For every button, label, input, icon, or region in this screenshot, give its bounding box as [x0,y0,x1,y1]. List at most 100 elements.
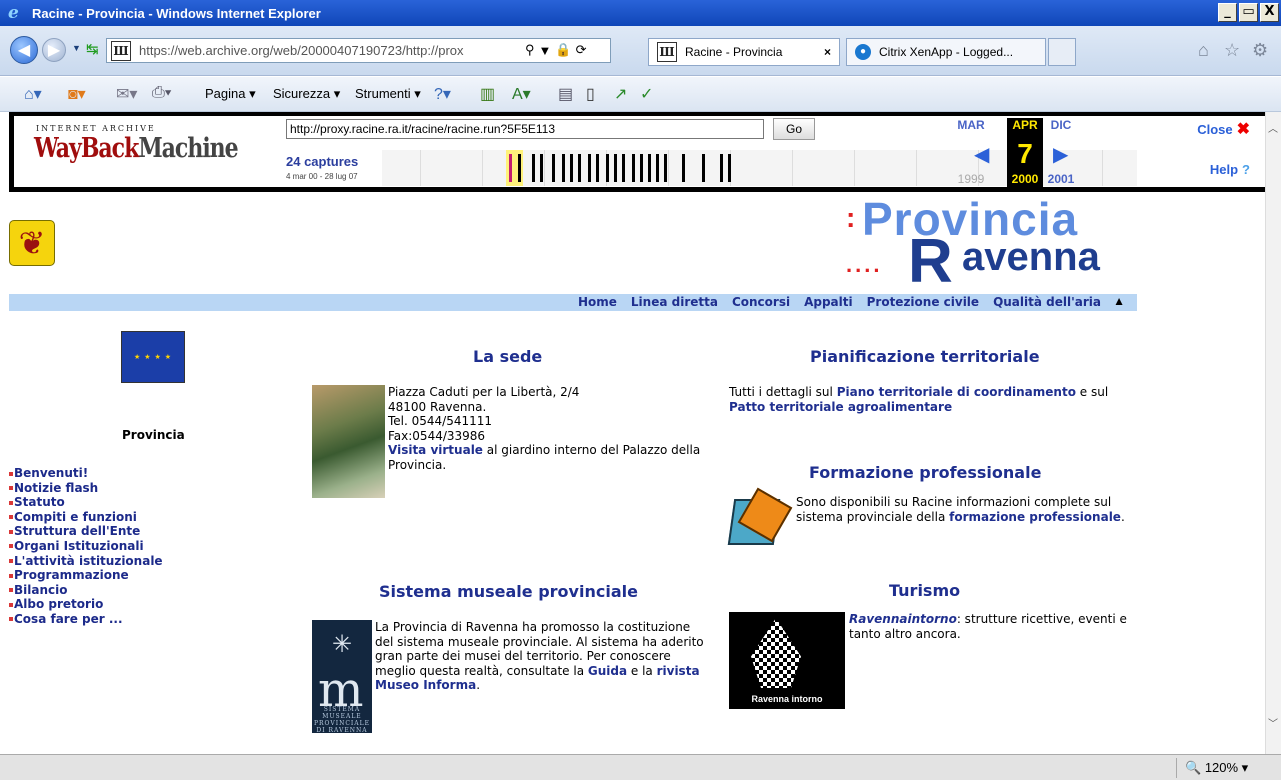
menu-sicurezza[interactable]: Sicurezza ▾ [273,86,340,102]
next-capture-arrow-icon[interactable]: ▶ [1053,142,1068,167]
formazione-logo-icon[interactable] [727,487,793,557]
musei-text: La Provincia di Ravenna ha promosso la c… [375,620,704,692]
visita-virtuale-link[interactable]: Visita virtuale [388,443,483,457]
wayback-close-button[interactable]: Close ✖ [1197,119,1250,139]
nav-appalti[interactable]: Appalti [804,295,853,309]
new-tab-button[interactable] [1048,38,1076,66]
next-month-link[interactable]: DIC [1043,118,1079,132]
provincia-crest-logo[interactable]: ❦ [9,220,55,266]
navigation-bar: ◀ ▶ ▼ ↹ Ш https://web.archive.org/web/20… [0,26,1281,76]
back-button[interactable]: ◀ [10,36,38,64]
guida-link[interactable]: Guida [588,664,627,678]
scroll-top-arrow-icon[interactable]: ▲ [1113,294,1125,308]
minimize-button[interactable]: _ [1218,3,1237,22]
scroll-down-icon: ﹀ [1268,719,1278,730]
sidebar-item-struttura[interactable]: Struttura dell'Ente [9,524,163,539]
help-icon[interactable]: ?▾ [434,84,451,104]
sede-text: Piazza Caduti per la Libertà, 2/4 48100 … [388,385,701,472]
status-bar: 🔍 120% ▾ [0,754,1281,780]
logo-r-letter: R [908,227,953,296]
sidebar-item-programmazione[interactable]: Programmazione [9,568,163,583]
send-icon[interactable]: ↗ [614,84,627,104]
piano-territoriale-link[interactable]: Piano territoriale di coordinamento [837,385,1076,399]
tab-citrix[interactable]: ● Citrix XenApp - Logged... [846,38,1046,66]
favorites-star-icon[interactable]: ☆ [1224,40,1240,61]
mail-icon[interactable]: ✉▾ [116,84,137,104]
prev-month-link[interactable]: MAR [953,118,989,132]
tab-racine-provincia[interactable]: Ш Racine - Provincia × [648,38,840,66]
sidebar-item-organi[interactable]: Organi Istituzionali [9,539,163,554]
section-title-musei: Sistema museale provinciale [379,582,638,601]
vertical-scrollbar[interactable]: ︿ ﹀ [1265,112,1281,754]
nav-linea-diretta[interactable]: Linea diretta [631,295,718,309]
sidebar-menu: Benvenuti! Notizie flash Statuto Compiti… [9,466,163,627]
sidebar-item-compiti[interactable]: Compiti e funzioni [9,510,163,525]
sidebar-item-bilancio[interactable]: Bilancio [9,583,163,598]
formazione-link[interactable]: formazione professionale [949,510,1121,524]
current-day: 7 [1017,138,1033,169]
nav-concorsi[interactable]: Concorsi [732,295,790,309]
copy-icon[interactable]: ▤ [558,84,573,104]
lock-icon[interactable]: 🔒 [555,42,571,58]
clipboard-icon[interactable]: ▯ [586,84,595,104]
research-icon[interactable]: ▥ [480,84,495,104]
wayback-help-button[interactable]: Help? [1210,162,1250,177]
maximize-button[interactable]: ▭ [1239,3,1258,22]
logo-dots-decoration: .... [846,252,883,277]
close-window-button[interactable]: X [1260,3,1279,22]
sede-garden-photo[interactable] [312,385,385,498]
menu-strumenti[interactable]: Strumenti ▾ [355,86,421,102]
feeds-icon[interactable]: ◙▾ [68,84,86,104]
wayback-toolbar: INTERNET ARCHIVE WayBackMachine http://p… [9,112,1271,192]
pianificazione-text: Tutti i dettagli sul Piano territoriale … [729,385,1109,414]
wayback-url-input[interactable]: http://proxy.racine.ra.it/racine/racine.… [286,119,764,139]
address-bar[interactable]: Ш https://web.archive.org/web/2000040719… [106,38,611,63]
compatibility-view-icon[interactable]: ↹ [86,40,99,58]
addon-icon[interactable]: ✓ [640,84,653,104]
sidebar-item-statuto[interactable]: Statuto [9,495,163,510]
home-icon[interactable]: ⌂▾ [24,84,42,104]
sidebar-item-cosa-fare[interactable]: Cosa fare per ... [9,612,163,627]
next-year[interactable]: 2001 [1043,172,1079,186]
provincia-ravenna-logo: : .... Provincia R avenna [842,193,1137,296]
sistema-museale-logo[interactable]: ✳ m SISTEMA MUSEALE PROVINCIALE DI RAVEN… [312,620,372,734]
command-bar: ⌂▾ ◙▾ ✉▾ ⎙▾ Pagina ▾ Sicurezza ▾ Strumen… [0,77,1281,112]
sidebar-item-benvenuti[interactable]: Benvenuti! [9,466,163,481]
prev-year[interactable]: 1999 [953,172,989,186]
help-question-icon: ? [1242,162,1250,177]
forward-button[interactable]: ▶ [42,38,66,62]
ravenna-intorno-logo[interactable]: Ravenna intorno [729,612,845,709]
address-dropdown-icon[interactable]: ▼ [539,43,552,58]
turismo-text: Ravennaintorno: strutture ricettive, eve… [849,612,1127,641]
section-title-sede: La sede [473,347,543,366]
captures-link[interactable]: 24 captures [286,154,358,169]
nav-home[interactable]: Home [578,295,617,309]
font-size-icon[interactable]: A▾ [512,84,531,104]
search-icon[interactable]: ⚲ [525,42,535,58]
scroll-up-icon: ︿ [1268,124,1278,135]
section-title-formazione: Formazione professionale [809,463,1042,482]
wayback-logo[interactable]: WayBackMachine [34,132,239,165]
sidebar-item-notizie[interactable]: Notizie flash [9,481,163,496]
home-icon[interactable]: ⌂ [1198,40,1209,61]
window-titlebar: e Racine - Provincia - Windows Internet … [0,0,1281,26]
prev-capture-arrow-icon[interactable]: ◀ [974,142,989,167]
eu-flag-icon[interactable]: ★ ★ ★ ★ [121,331,185,383]
wayback-go-button[interactable]: Go [773,118,815,140]
print-icon[interactable]: ⎙▾ [152,84,172,102]
menu-pagina[interactable]: Pagina ▾ [205,86,256,102]
tab-label: Racine - Provincia [685,45,783,59]
tab-close-button[interactable]: × [824,45,831,59]
nav-qualita-aria[interactable]: Qualità dell'aria [993,295,1101,309]
nav-protezione-civile[interactable]: Protezione civile [867,295,979,309]
ravennaintorno-link[interactable]: Ravennaintorno [849,612,957,626]
refresh-icon[interactable]: ⟳ [576,42,587,58]
address-url[interactable]: https://web.archive.org/web/200004071907… [139,43,509,58]
zoom-control[interactable]: 🔍 120% ▾ [1176,758,1272,778]
history-dropdown-icon[interactable]: ▼ [72,43,81,53]
tools-gear-icon[interactable]: ⚙ [1252,40,1268,61]
ie-logo-icon: e [8,3,19,23]
sidebar-item-albo[interactable]: Albo pretorio [9,597,163,612]
patto-territoriale-link[interactable]: Patto territoriale agroalimentare [729,400,952,414]
sidebar-item-attivita[interactable]: L'attività istituzionale [9,554,163,569]
